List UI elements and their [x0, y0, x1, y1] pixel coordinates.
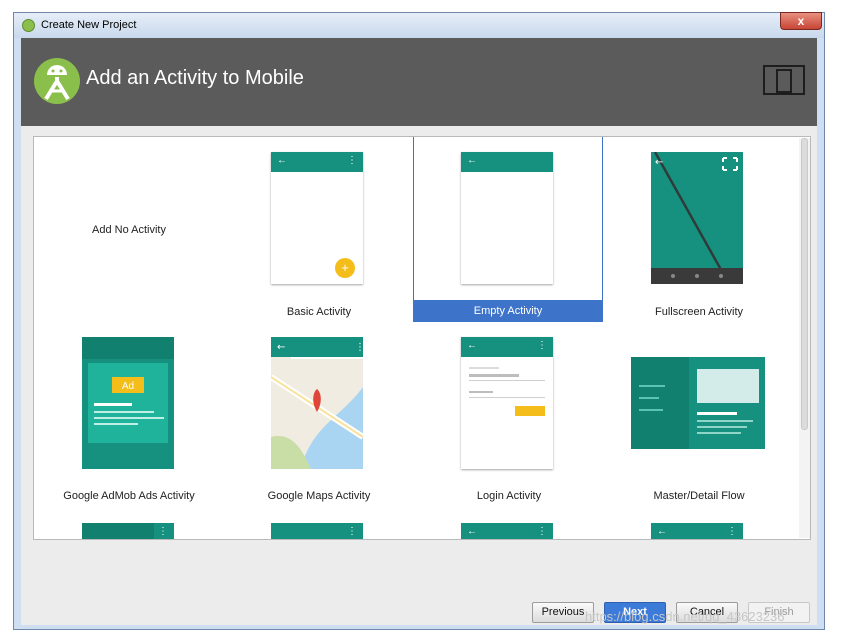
basic-activity-preview: ← ⋮ +	[271, 152, 363, 284]
close-button[interactable]: x	[780, 12, 822, 30]
svg-text:⋮: ⋮	[355, 342, 363, 353]
app-bar: ← ⋮	[461, 337, 553, 357]
master-detail-preview	[631, 357, 765, 449]
tile-label: Master/Detail Flow	[653, 490, 745, 502]
tablet-phone-icon	[763, 65, 805, 95]
admob-activity-preview: Ad	[82, 337, 174, 469]
fab-plus-icon: +	[335, 258, 355, 278]
tile-label: Basic Activity	[286, 306, 352, 318]
wizard-content: Add No Activity ← ⋮ + Basic Activity ← E…	[21, 126, 817, 625]
tile-basic-activity[interactable]: ← ⋮ + Basic Activity	[224, 137, 414, 323]
back-arrow-icon: ←	[467, 155, 477, 166]
scrollbar-thumb[interactable]	[801, 138, 808, 430]
overflow-menu-icon: ⋮	[158, 526, 168, 537]
tile-partial-preview: ⋮	[271, 523, 363, 539]
tile-empty-activity[interactable]: ← Empty Activity	[413, 137, 603, 322]
app-bar: ← ⋮	[271, 152, 363, 172]
tile-partial-preview: ⋮	[82, 523, 174, 539]
create-project-window: Create New Project x Add an Activity to …	[13, 12, 825, 630]
svg-text:←: ←	[655, 157, 663, 168]
back-arrow-icon: ←	[657, 526, 667, 537]
back-arrow-icon: ←	[467, 526, 477, 537]
svg-text:←: ←	[277, 342, 285, 353]
tile-label: Empty Activity	[414, 300, 602, 322]
tile-partial-preview: ← ⋮	[461, 523, 553, 539]
activity-gallery: Add No Activity ← ⋮ + Basic Activity ← E…	[33, 136, 811, 540]
tile-label: Google Maps Activity	[267, 490, 371, 502]
tile-add-no-activity[interactable]: Add No Activity	[34, 137, 224, 323]
back-arrow-icon: ←	[277, 155, 287, 166]
tile-master-detail-flow[interactable]: Master/Detail Flow	[604, 323, 794, 509]
overflow-menu-icon: ⋮	[347, 526, 357, 537]
gallery-scrollbar[interactable]	[799, 138, 810, 538]
tile-partial-preview: ← ⋮	[651, 523, 743, 539]
tile-label: Fullscreen Activity	[654, 306, 744, 318]
android-studio-logo-icon	[34, 58, 80, 104]
tile-google-maps-activity[interactable]: ← ⋮ Google Maps Activity	[224, 323, 414, 509]
window-title: Create New Project	[41, 19, 137, 31]
tile-label: Add No Activity	[92, 224, 166, 236]
page-title: Add an Activity to Mobile	[86, 67, 304, 89]
overflow-menu-icon: ⋮	[727, 526, 737, 537]
overflow-menu-icon: ⋮	[347, 155, 357, 166]
watermark-text: https://blog.csdn.net/qq_43623236	[585, 609, 785, 624]
tile-fullscreen-activity[interactable]: ← Fullscreen Activity	[604, 137, 794, 323]
tile-admob-activity[interactable]: Ad Google AdMob Ads Activity	[34, 323, 224, 509]
ad-badge: Ad	[122, 381, 134, 392]
tile-label: Google AdMob Ads Activity	[63, 490, 195, 502]
empty-activity-preview: ←	[461, 152, 553, 284]
overflow-menu-icon: ⋮	[537, 340, 547, 351]
app-bar: ←	[461, 152, 553, 172]
maps-activity-preview: ← ⋮	[271, 337, 363, 469]
back-arrow-icon: ←	[467, 340, 477, 351]
overflow-menu-icon: ⋮	[537, 526, 547, 537]
tile-label: Login Activity	[476, 490, 542, 502]
wizard-header: Add an Activity to Mobile	[21, 38, 817, 126]
title-bar: Create New Project x	[14, 12, 824, 38]
fullscreen-activity-preview: ←	[651, 152, 743, 284]
android-icon	[22, 19, 35, 32]
login-activity-preview: ← ⋮	[461, 337, 553, 469]
tile-login-activity[interactable]: ← ⋮ Login Activity	[414, 323, 604, 509]
